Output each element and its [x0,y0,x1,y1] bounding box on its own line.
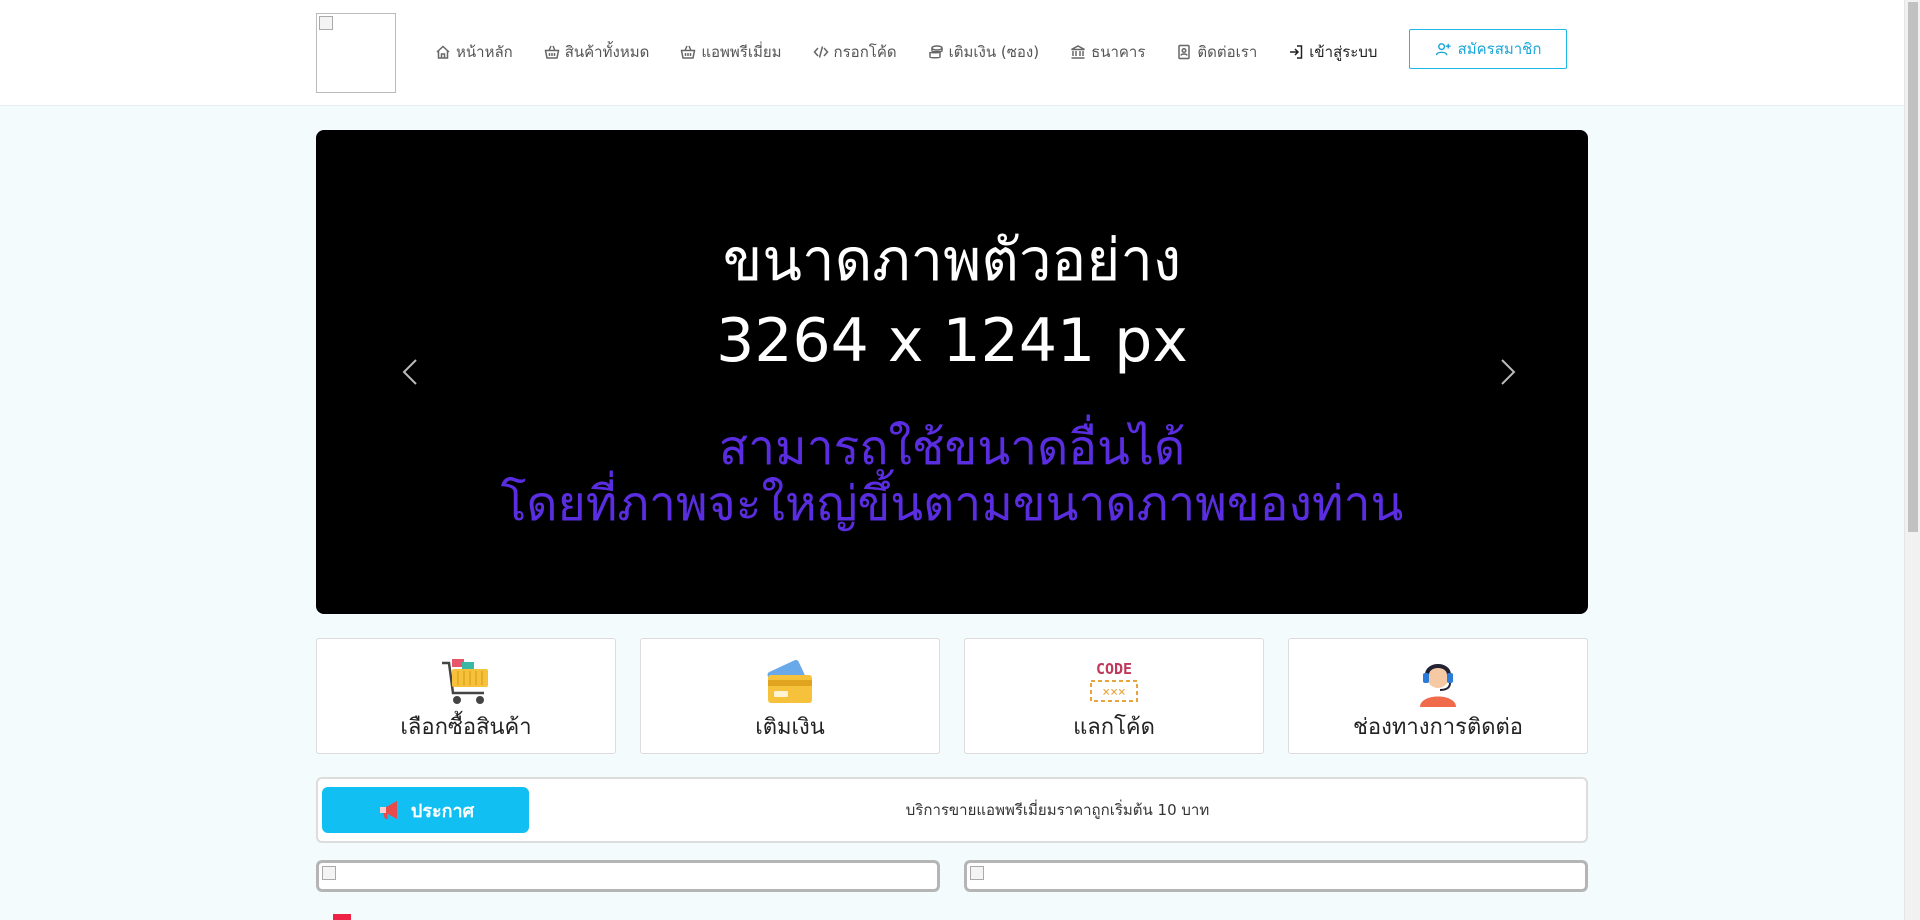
card-label: ช่องทางการติดต่อ [1352,715,1524,740]
nav-item-redeem-code[interactable]: กรอกโค้ด [813,40,897,64]
nav-item-topup-envelope[interactable]: เติมเงิน (ซอง) [928,40,1039,64]
nav-item-label: กรอกโค้ด [833,43,897,61]
announcement-button[interactable]: ประกาศ [322,787,529,833]
nav-item-label: เติมเงิน (ซอง) [948,43,1040,61]
credit-card-icon [767,659,812,703]
login-icon [1290,45,1303,59]
coins-icon [928,45,943,59]
register-button[interactable]: สมัครสมาชิก [1409,29,1567,69]
quick-menu-cards: เลือกซื้อสินค้า เติมเงิน CODE ××× แลกโค้… [316,638,1588,754]
shopping-cart-icon [442,659,488,704]
promo-banner-left[interactable] [316,860,940,892]
nav-item-label: เข้าสู่ระบบ [1309,43,1378,61]
card-label: แลกโค้ด [1073,715,1155,740]
scrollbar-thumb[interactable] [1908,2,1918,532]
add-user-icon [1435,42,1451,55]
broken-image-icon [319,16,333,30]
nav-item-label: แอพพรีเมี่ยม [701,43,782,61]
svg-text:CODE: CODE [1096,660,1132,678]
chevron-right-icon [1501,359,1516,385]
carousel-prev-button[interactable] [396,352,426,392]
slide-size-text: 3264 x 1241 px [716,306,1188,376]
slide-note-line1: สามารถใช้ขนาดอื่นได้ [718,420,1186,476]
card-topup[interactable]: เติมเงิน [640,638,940,754]
nav-item-label: หน้าหลัก [456,43,513,61]
nav-item-bank[interactable]: ธนาคาร [1070,40,1145,64]
home-icon [436,45,450,59]
promo-banner-right[interactable] [964,860,1588,892]
page-scrollbar[interactable] [1904,0,1920,920]
code-coupon-icon: CODE ××× [1090,659,1138,702]
bank-icon [1071,45,1085,59]
broken-image-icon [322,866,336,880]
content-peek [333,914,351,920]
site-logo[interactable] [316,13,396,93]
svg-text:×××: ××× [1102,685,1125,700]
nav-item-all-products[interactable]: สินค้าทั้งหมด [544,40,650,64]
card-label: เติมเงิน [755,715,825,740]
announcement-button-label: ประกาศ [410,800,475,822]
chevron-left-icon [402,359,417,385]
carousel-next-button[interactable] [1492,352,1522,392]
basket-icon [544,45,560,59]
code-icon [813,46,829,58]
nav-item-login[interactable]: เข้าสู่ระบบ [1288,40,1377,64]
card-contact-channels[interactable]: ช่องทางการติดต่อ [1288,638,1588,754]
basket-icon [680,45,696,59]
megaphone-icon [379,801,397,819]
contact-book-icon [1178,44,1191,60]
slide-note-line2: โดยที่ภาพจะใหญ่ขึ้นตามขนาดภาพของท่าน [500,476,1404,532]
nav-item-label: ธนาคาร [1091,43,1146,61]
card-label: เลือกซื้อสินค้า [400,715,532,740]
nav-item-label: ติดต่อเรา [1197,43,1258,61]
hero-carousel[interactable]: ขนาดภาพตัวอย่าง 3264 x 1241 px สามารถใช้… [316,130,1588,614]
announcement-bar: ประกาศ บริการขายแอพพรีเมี่ยมราคาถูกเริ่ม… [316,777,1588,843]
slide-title: ขนาดภาพตัวอย่าง [722,226,1182,294]
nav-menu: หน้าหลัก สินค้าทั้งหมด แอพพรีเมี่ยม กรอก… [435,40,1408,64]
nav-item-label: สินค้าทั้งหมด [564,43,650,61]
card-shop[interactable]: เลือกซื้อสินค้า [316,638,616,754]
nav-item-home[interactable]: หน้าหลัก [435,40,513,64]
announcement-text: บริการขายแอพพรีเมี่ยมราคาถูกเริ่มต้น 10 … [905,801,1210,819]
register-label: สมัครสมาชิก [1457,40,1542,58]
support-agent-icon [1420,664,1456,707]
nav-item-contact[interactable]: ติดต่อเรา [1176,40,1257,64]
broken-image-icon [970,866,984,880]
card-redeem-code[interactable]: CODE ××× แลกโค้ด [964,638,1264,754]
top-navbar: หน้าหลัก สินค้าทั้งหมด แอพพรีเมี่ยม กรอก… [0,0,1904,106]
nav-item-premium-apps[interactable]: แอพพรีเมี่ยม [680,40,782,64]
